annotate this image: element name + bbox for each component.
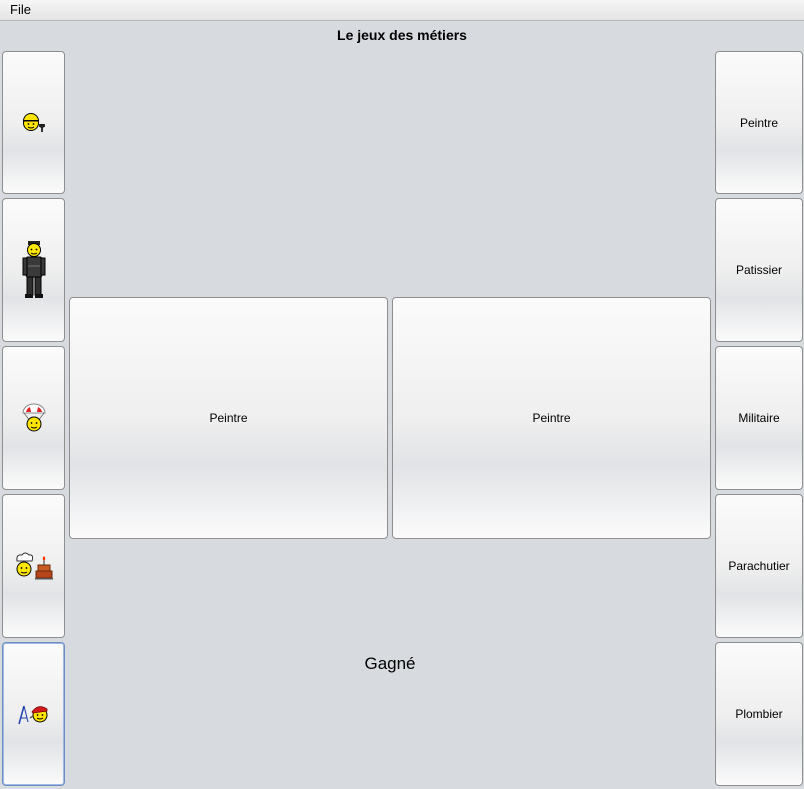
center-card-1[interactable]: Peintre <box>69 297 388 539</box>
page-title: Le jeux des métiers <box>337 27 467 43</box>
right-button-patissier[interactable]: Patissier <box>715 198 803 342</box>
left-button-plumber[interactable] <box>2 51 65 194</box>
right-button-label: Patissier <box>735 263 782 277</box>
soldier-icon <box>22 240 46 300</box>
right-button-label: Plombier <box>735 707 783 721</box>
parachutist-icon <box>21 403 47 433</box>
right-button-plombier[interactable]: Plombier <box>715 642 803 786</box>
left-button-painter[interactable] <box>2 642 65 786</box>
left-button-pastry-chef[interactable] <box>2 494 65 638</box>
center-card-label: Peintre <box>209 411 248 425</box>
right-button-label: Peintre <box>739 115 779 130</box>
left-button-soldier[interactable] <box>2 198 65 342</box>
right-button-militaire[interactable]: Militaire <box>715 346 803 490</box>
menu-file[interactable]: File <box>10 2 31 17</box>
left-button-parachutist[interactable] <box>2 346 65 490</box>
center-card-label: Peintre <box>532 411 571 425</box>
right-button-label: Militaire <box>738 411 780 425</box>
center-card-2[interactable]: Peintre <box>392 297 711 539</box>
right-button-parachutier[interactable]: Parachutier <box>715 494 803 638</box>
right-button-label: Parachutier <box>728 559 790 573</box>
menu-bar: File <box>0 0 804 21</box>
plumber-icon <box>20 109 48 137</box>
painter-icon <box>16 700 52 728</box>
pastry-chef-icon <box>14 551 54 581</box>
right-button-peintre[interactable]: Peintre <box>715 51 803 194</box>
status-text: Gagné <box>364 654 416 673</box>
